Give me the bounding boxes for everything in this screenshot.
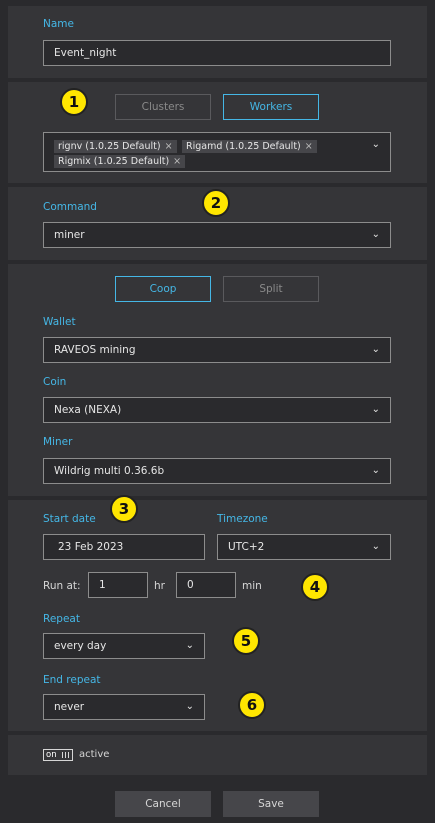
workers-multiselect[interactable]: rignv (1.0.25 Default) × Rigamd (1.0.25 D… [43, 132, 391, 172]
repeat-select[interactable]: every day ⌄ [43, 633, 205, 659]
run-at-minutes-input[interactable]: 0 [176, 572, 236, 598]
worker-tag: rignv (1.0.25 Default) × [54, 140, 177, 153]
timezone-value: UTC+2 [228, 541, 265, 553]
annotation-marker-1: 1 [60, 88, 88, 116]
annotation-marker-4: 4 [301, 573, 329, 601]
timezone-select[interactable]: UTC+2 ⌄ [217, 534, 391, 560]
schedule-section: Start date 23 Feb 2023 Timezone UTC+2 ⌄ … [8, 500, 427, 731]
repeat-label: Repeat [43, 613, 80, 625]
cancel-button[interactable]: Cancel [115, 791, 211, 817]
command-select[interactable]: miner ⌄ [43, 222, 391, 248]
start-date-value: 23 Feb 2023 [58, 541, 124, 553]
wallet-label: Wallet [43, 316, 76, 328]
annotation-marker-6: 6 [238, 691, 266, 719]
end-repeat-label: End repeat [43, 674, 101, 686]
timezone-label: Timezone [217, 513, 268, 525]
chevron-down-icon: ⌄ [371, 344, 380, 355]
coop-toggle-button[interactable]: Coop [115, 276, 211, 302]
name-section: Name Event_night [8, 6, 427, 78]
remove-tag-icon[interactable]: × [165, 141, 173, 152]
annotation-marker-5: 5 [232, 627, 260, 655]
hours-unit: hr [154, 580, 165, 592]
status-section: on active [8, 735, 427, 775]
wallet-select[interactable]: RAVEOS mining ⌄ [43, 337, 391, 363]
worker-tag-label: rignv (1.0.25 Default) [58, 141, 161, 152]
annotation-marker-2: 2 [202, 189, 230, 217]
end-repeat-select[interactable]: never ⌄ [43, 694, 205, 720]
chevron-down-icon[interactable]: ⌄ [372, 139, 380, 150]
chevron-down-icon: ⌄ [185, 701, 194, 712]
start-date-input[interactable]: 23 Feb 2023 [43, 534, 205, 560]
miner-label: Miner [43, 436, 73, 448]
coin-value: Nexa (NEXA) [54, 404, 122, 416]
coin-label: Coin [43, 376, 67, 388]
active-toggle[interactable]: on [43, 749, 73, 761]
end-repeat-value: never [54, 701, 85, 713]
run-at-hours-input[interactable]: 1 [88, 572, 148, 598]
workers-toggle-button[interactable]: Workers [223, 94, 319, 120]
miner-select[interactable]: Wildrig multi 0.36.6b ⌄ [43, 458, 391, 484]
wallet-value: RAVEOS mining [54, 344, 136, 356]
command-value: miner [54, 229, 85, 241]
repeat-value: every day [54, 640, 107, 652]
mining-config-section: Coop Split Wallet RAVEOS mining ⌄ Coin N… [8, 264, 427, 496]
name-input[interactable]: Event_night [43, 40, 391, 66]
worker-tag-label: Rigamd (1.0.25 Default) [186, 141, 301, 152]
split-toggle-button[interactable]: Split [223, 276, 319, 302]
name-label: Name [43, 18, 74, 30]
chevron-down-icon: ⌄ [185, 640, 194, 651]
chevron-down-icon: ⌄ [371, 229, 380, 240]
minutes-unit: min [242, 580, 262, 592]
command-label: Command [43, 201, 97, 213]
miner-value: Wildrig multi 0.36.6b [54, 465, 165, 477]
toggle-grip-icon [62, 752, 70, 758]
clusters-toggle-button[interactable]: Clusters [115, 94, 211, 120]
coin-select[interactable]: Nexa (NEXA) ⌄ [43, 397, 391, 423]
toggle-on-text: on [46, 750, 57, 760]
worker-tag: Rigmix (1.0.25 Default) × [54, 155, 186, 168]
run-at-label: Run at: [43, 580, 81, 592]
remove-tag-icon[interactable]: × [305, 141, 313, 152]
chevron-down-icon: ⌄ [371, 465, 380, 476]
active-label: active [79, 749, 110, 760]
chevron-down-icon: ⌄ [371, 404, 380, 415]
worker-tag: Rigamd (1.0.25 Default) × [182, 140, 317, 153]
save-button[interactable]: Save [223, 791, 319, 817]
remove-tag-icon[interactable]: × [173, 156, 181, 167]
annotation-marker-3: 3 [110, 495, 138, 523]
worker-tag-label: Rigmix (1.0.25 Default) [58, 156, 170, 167]
chevron-down-icon: ⌄ [371, 541, 380, 552]
start-date-label: Start date [43, 513, 96, 525]
